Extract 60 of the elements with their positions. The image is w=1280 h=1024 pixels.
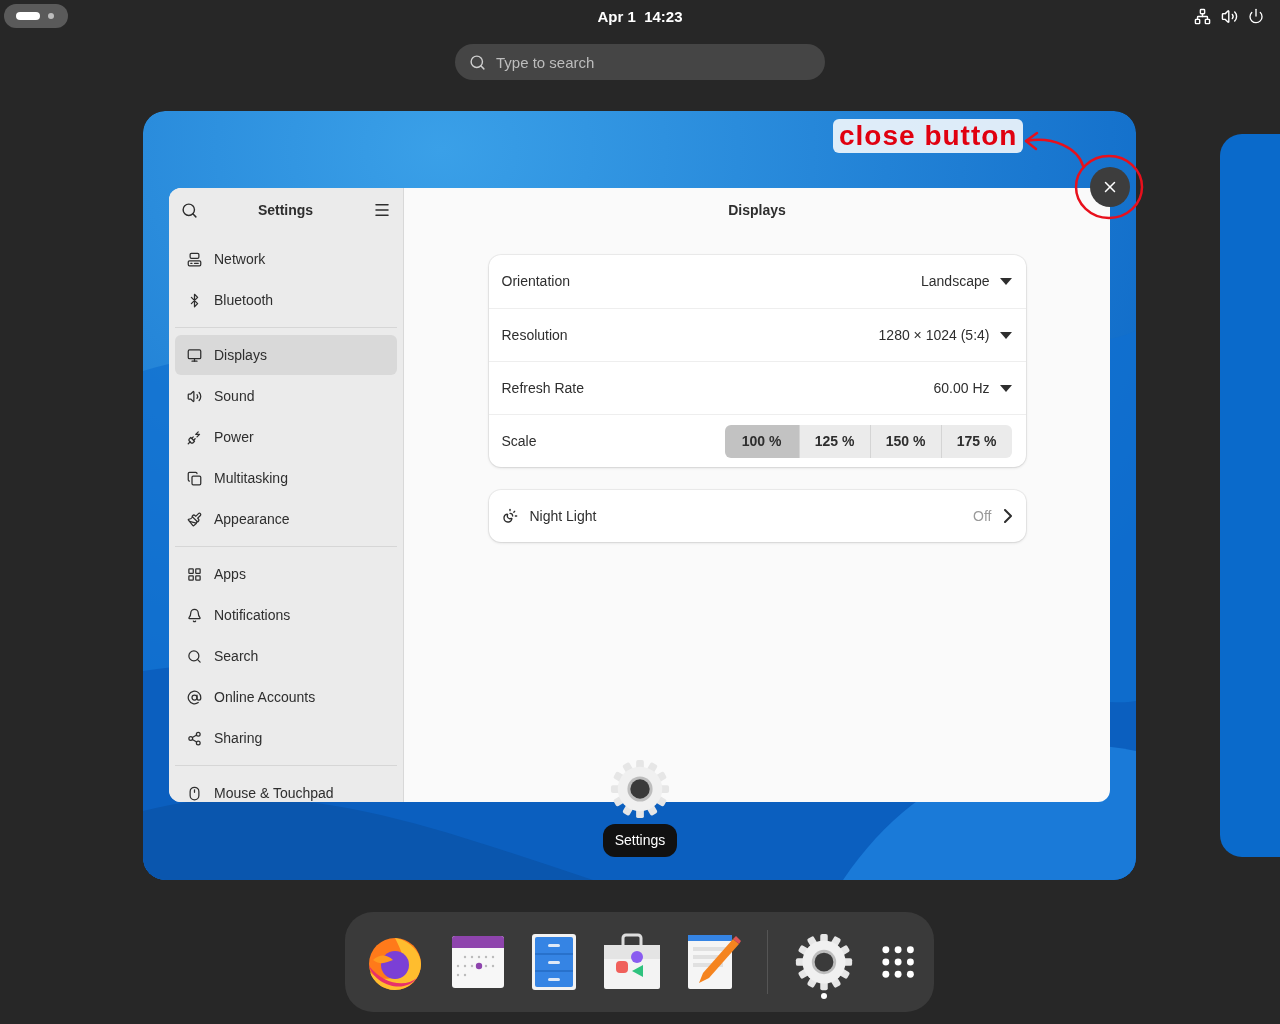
window-label: Settings — [602, 824, 678, 857]
sidebar-title: Settings — [257, 200, 314, 220]
row-label: Orientation — [501, 272, 570, 291]
night-light-row[interactable]: Night Light Off — [488, 490, 1026, 542]
dropdown[interactable]: Landscape — [921, 255, 1012, 308]
sidebar-item[interactable]: Displays — [175, 335, 397, 375]
speaker-icon — [187, 388, 202, 404]
caret-icon — [999, 278, 1012, 285]
row-label: Resolution — [501, 325, 568, 345]
sidebar-item[interactable]: Power — [175, 417, 397, 457]
plug-icon — [187, 429, 202, 445]
scale-option[interactable]: 100 % — [724, 424, 799, 458]
gear-icon — [793, 931, 854, 993]
sidebar-item[interactable]: Apps — [175, 554, 397, 594]
search-icon[interactable] — [181, 201, 198, 219]
grid-icon — [187, 566, 202, 582]
page-title: Displays — [728, 200, 786, 220]
monitor-icon — [187, 347, 202, 363]
chevron-right-icon — [1003, 509, 1012, 523]
sidebar-item[interactable]: Notifications — [175, 595, 397, 635]
share-icon — [187, 730, 202, 746]
caret-icon — [999, 384, 1012, 392]
bell-icon — [187, 607, 202, 623]
mouse-icon — [187, 785, 202, 801]
sidebar-item[interactable]: Online Accounts — [175, 677, 397, 717]
menu-icon[interactable] — [373, 201, 391, 219]
dropdown[interactable]: 1280 × 1024 (5:4) — [878, 309, 1012, 361]
sidebar-item[interactable]: Multitasking — [175, 458, 397, 498]
network-icon[interactable] — [1194, 7, 1211, 25]
at-sign-icon — [187, 689, 202, 705]
sidebar-item[interactable]: Mouse & Touchpad — [175, 773, 397, 802]
windows-icon — [187, 470, 202, 486]
sidebar-item[interactable]: Sound — [175, 376, 397, 416]
search-icon — [187, 648, 202, 664]
clock[interactable]: Apr 1 14:23 — [597, 6, 683, 29]
scale-option[interactable]: 125 % — [798, 424, 870, 458]
sidebar-item[interactable]: Search — [175, 636, 397, 676]
sidebar-item[interactable]: Network — [175, 239, 397, 279]
scale-option[interactable]: 175 % — [940, 424, 1012, 458]
shopping-bag-icon[interactable] — [603, 933, 661, 991]
calendar-icon[interactable] — [451, 935, 505, 989]
volume-icon[interactable] — [1221, 7, 1238, 25]
row-label: Scale — [501, 431, 537, 451]
file-cabinet-icon[interactable] — [531, 933, 577, 991]
search-field[interactable]: Type to search — [455, 44, 825, 80]
row-label: Refresh Rate — [501, 378, 584, 398]
sidebar-item[interactable]: Bluetooth — [175, 280, 397, 320]
dropdown[interactable]: 60.00 Hz — [933, 362, 1012, 414]
sidebar-item[interactable]: Sharing — [175, 718, 397, 758]
search-icon — [469, 54, 486, 71]
caret-icon — [999, 331, 1012, 339]
power-icon[interactable] — [1248, 8, 1264, 24]
text-editor-icon[interactable] — [687, 933, 741, 991]
activities-button[interactable] — [4, 4, 68, 28]
computer-icon — [187, 251, 202, 267]
annotation-label: close button — [833, 119, 1024, 153]
brush-icon — [187, 511, 202, 527]
sun-moon-icon — [501, 508, 518, 524]
sidebar-item[interactable]: Appearance — [175, 499, 397, 539]
scale-option[interactable]: 150 % — [869, 424, 941, 458]
